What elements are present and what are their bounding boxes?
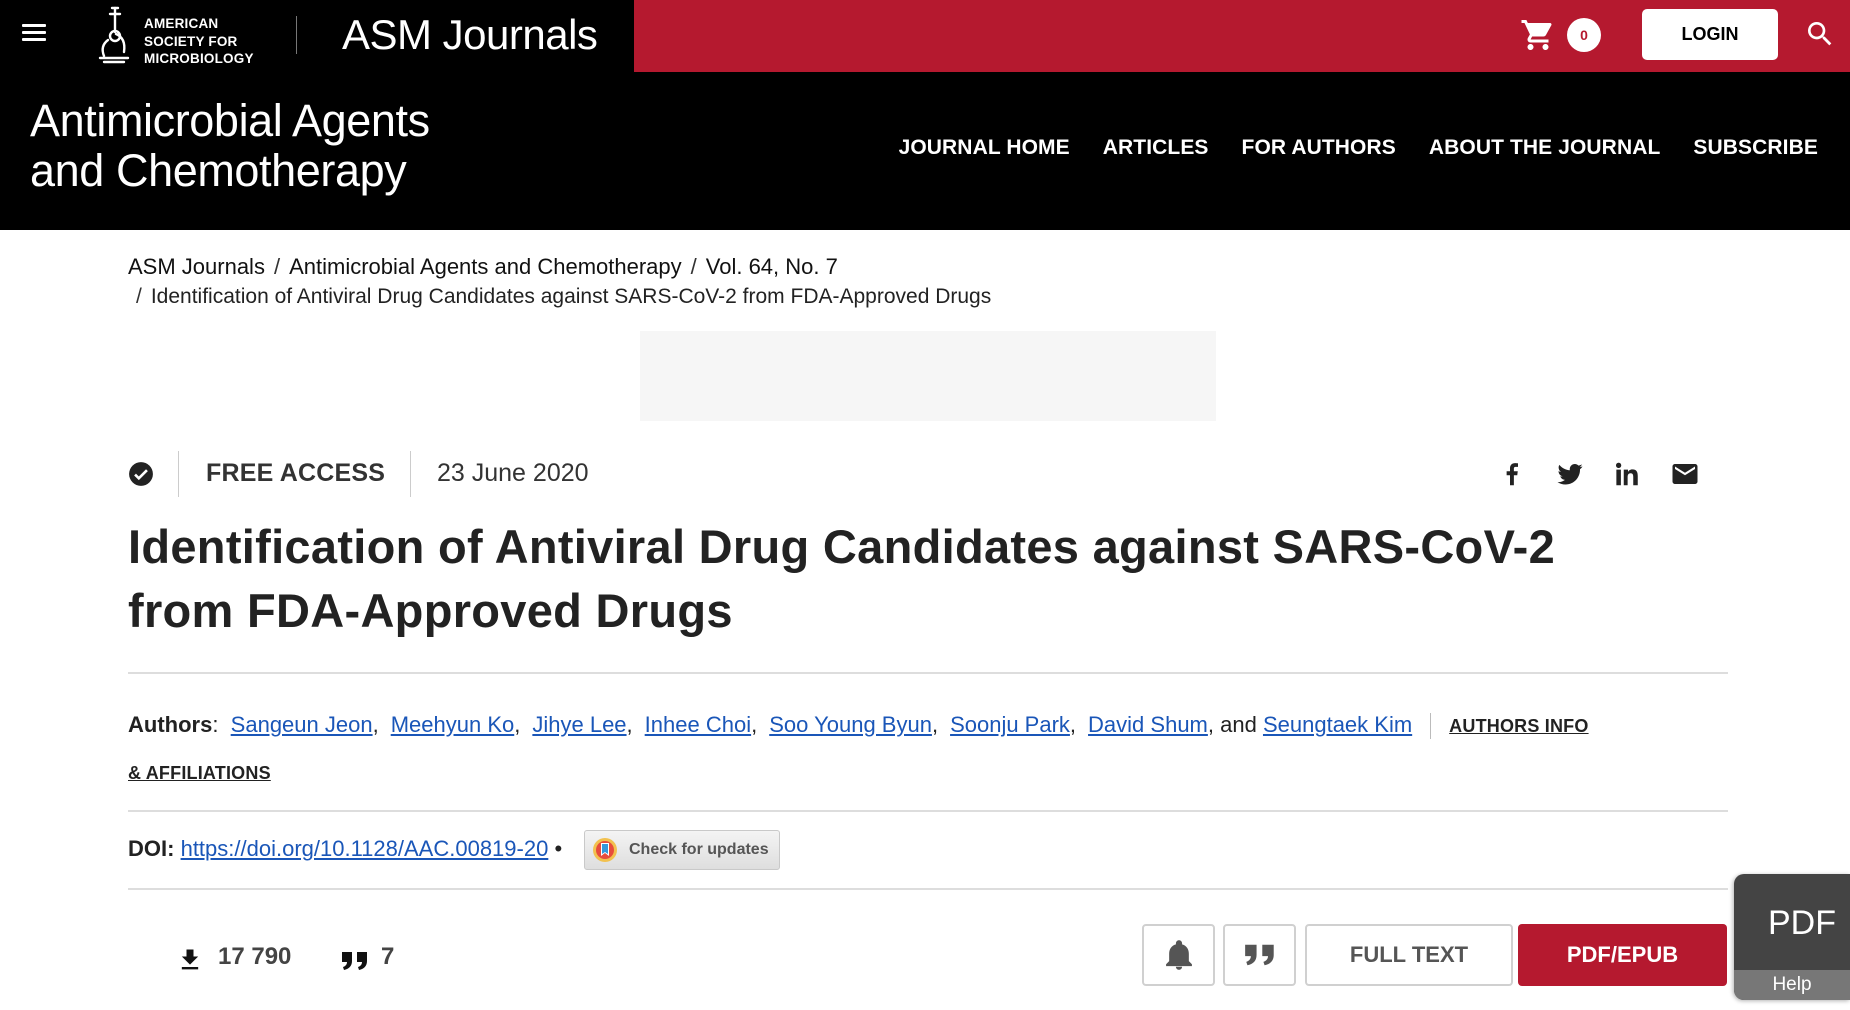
cart-count-badge[interactable]: 0 [1567, 18, 1601, 52]
access-divider [178, 451, 179, 497]
bell-icon [1165, 940, 1192, 970]
brand-title[interactable]: ASM Journals [342, 12, 598, 58]
and-word: and [1220, 712, 1257, 737]
crossmark-icon [593, 838, 617, 862]
journal-header: Antimicrobial Agents and Chemotherapy JO… [0, 72, 1850, 230]
society-name: AMERICAN SOCIETY FOR MICROBIOLOGY [144, 16, 254, 66]
author-link[interactable]: Jihye Lee [532, 712, 626, 737]
quote-icon [342, 952, 367, 970]
author-link[interactable]: Seungtaek Kim [1263, 712, 1412, 737]
logo-divider [296, 16, 297, 54]
journal-nav: JOURNAL HOME ARTICLES FOR AUTHORS ABOUT … [899, 136, 1818, 160]
divider [128, 888, 1728, 890]
author-link[interactable]: David Shum [1088, 712, 1208, 737]
help-label[interactable]: Help [1734, 970, 1850, 1000]
download-count: 17 790 [218, 943, 292, 970]
check-for-updates-button[interactable]: Check for updates [584, 830, 780, 870]
menu-icon[interactable] [22, 24, 46, 44]
divider [128, 810, 1728, 812]
breadcrumb-separator: / [690, 254, 697, 279]
download-icon [181, 949, 199, 970]
check-circle-icon [129, 462, 153, 486]
pdf-widget-label: PDF [1768, 904, 1836, 942]
authors-list: Authors: Sangeun Jeon, Meehyun Ko, Jihye L… [128, 712, 1589, 783]
facebook-icon[interactable] [1497, 459, 1527, 489]
breadcrumb-separator: / [136, 285, 142, 308]
doi-label: DOI: [128, 836, 175, 861]
linkedin-icon[interactable] [1612, 459, 1642, 489]
check-updates-label: Check for updates [629, 841, 769, 858]
breadcrumb-separator: / [273, 254, 281, 279]
search-icon[interactable] [1804, 18, 1836, 50]
pdf-epub-button[interactable]: PDF/EPUB [1518, 924, 1727, 986]
email-icon[interactable] [1670, 459, 1700, 489]
asm-microscope-logo[interactable] [90, 4, 136, 66]
pdf-help-widget[interactable]: PDF Help [1734, 874, 1850, 1000]
divider [128, 672, 1728, 674]
breadcrumb-item-journal[interactable]: Antimicrobial Agents and Chemotherapy [289, 254, 682, 279]
twitter-icon[interactable] [1555, 459, 1585, 489]
bullet: • [554, 836, 563, 861]
quote-icon [1244, 944, 1274, 966]
journal-title[interactable]: Antimicrobial Agents and Chemotherapy [30, 96, 550, 196]
nav-for-authors[interactable]: FOR AUTHORS [1242, 136, 1396, 160]
affiliations-divider [1430, 713, 1432, 740]
nav-articles[interactable]: ARTICLES [1103, 136, 1209, 160]
publication-date: 23 June 2020 [437, 459, 589, 487]
citation-count: 7 [381, 943, 395, 970]
doi-link[interactable]: https://doi.org/10.1128/AAC.00819-20 [181, 836, 549, 861]
nav-subscribe[interactable]: SUBSCRIBE [1693, 136, 1818, 160]
alert-button[interactable] [1142, 924, 1215, 986]
login-button[interactable]: LOGIN [1642, 9, 1778, 60]
authors-label: Authors [128, 712, 213, 737]
author-link[interactable]: Meehyun Ko [391, 712, 515, 737]
nav-journal-home[interactable]: JOURNAL HOME [899, 136, 1070, 160]
access-badge: FREE ACCESS [206, 459, 386, 487]
full-text-button[interactable]: FULL TEXT [1305, 924, 1513, 986]
date-divider [410, 451, 411, 497]
breadcrumb-item-issue[interactable]: Vol. 64, No. 7 [706, 254, 838, 279]
cite-button[interactable] [1223, 924, 1296, 986]
author-link[interactable]: Soo Young Byun [769, 712, 932, 737]
doi-row: DOI: https://doi.org/10.1128/AAC.00819-2… [128, 836, 562, 862]
article-title: Identification of Antiviral Drug Candida… [128, 520, 1556, 637]
author-link[interactable]: Sangeun Jeon [231, 712, 373, 737]
top-bar: AMERICAN SOCIETY FOR MICROBIOLOGY ASM Jo… [0, 0, 1850, 72]
nav-about-journal[interactable]: ABOUT THE JOURNAL [1429, 136, 1661, 160]
breadcrumb-current: Identification of Antiviral Drug Candida… [150, 285, 992, 308]
cart-icon[interactable] [1520, 17, 1556, 53]
breadcrumb-item-asm-journals[interactable]: ASM Journals [128, 254, 265, 279]
ad-slot [640, 331, 1216, 421]
author-link[interactable]: Soonju Park [950, 712, 1070, 737]
author-link[interactable]: Inhee Choi [645, 712, 751, 737]
breadcrumb: ASM Journals / Antimicrobial Agents and Ch… [128, 252, 1228, 312]
